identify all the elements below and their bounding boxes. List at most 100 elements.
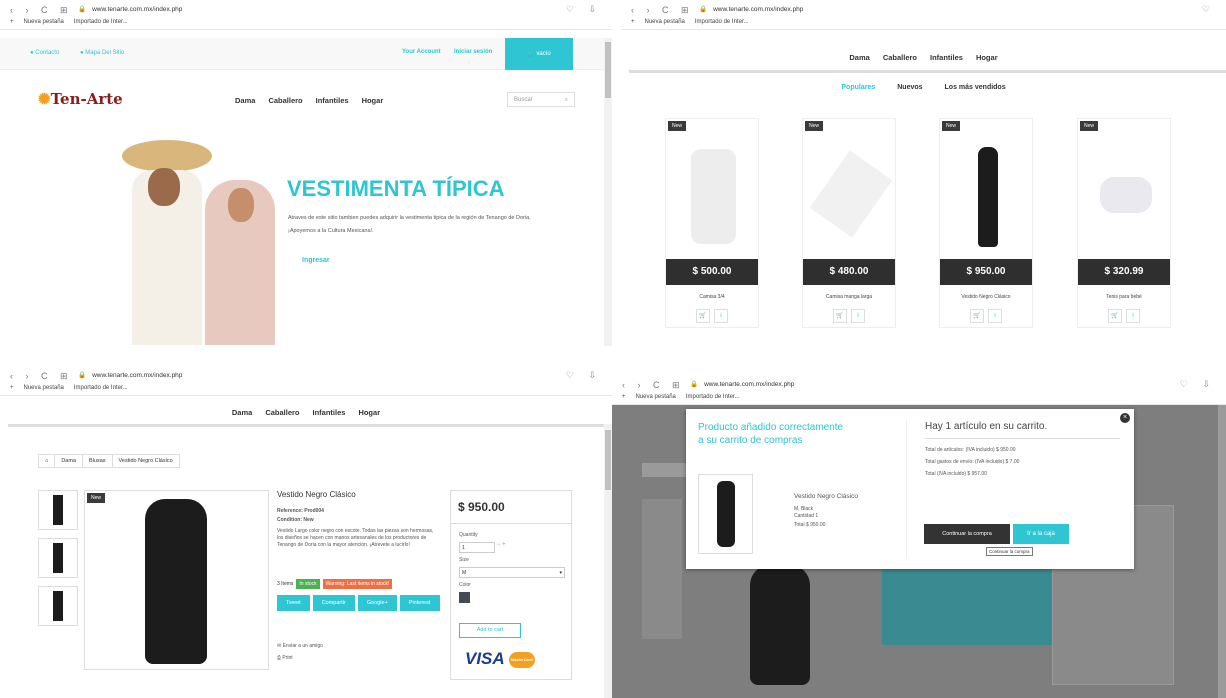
new-tab-icon[interactable]: + xyxy=(622,394,626,400)
quantity-stepper[interactable]: − + xyxy=(497,542,506,548)
success-message: Producto añadido correctamente a su carr… xyxy=(698,422,844,446)
home-icon[interactable]: ⌂ xyxy=(39,455,56,467)
browser-nav-buttons[interactable]: ‹ › C ⊞ xyxy=(10,371,73,382)
nav-infantiles[interactable]: Infantiles xyxy=(316,96,349,105)
cart-icon[interactable]: 🛒 xyxy=(833,309,847,323)
login-link[interactable]: Iniciar sesión xyxy=(454,49,492,55)
checkout-button[interactable]: Ir a la caja xyxy=(1013,524,1069,544)
address-bar[interactable]: 🔒 www.tenarte.com.mx/index.php xyxy=(699,5,803,13)
size-select[interactable]: M ▾ xyxy=(459,567,565,578)
sitemap-link[interactable]: ● Mapa Del Sitio xyxy=(80,50,124,56)
new-tab-icon[interactable]: + xyxy=(10,19,14,25)
bookmark-2[interactable]: Importado de Inter... xyxy=(686,394,740,400)
nav-dama[interactable]: Dama xyxy=(849,53,869,62)
nav-dama[interactable]: Dama xyxy=(232,408,252,417)
quantity-input[interactable]: 1 xyxy=(459,542,495,553)
browser-actions[interactable]: ♡ xyxy=(1202,4,1216,15)
browser-actions[interactable]: ♡ ⇩ xyxy=(1180,379,1216,390)
browser-chrome: ‹ › C ⊞ 🔒 www.tenarte.com.mx/index.php ♡ … xyxy=(621,0,1226,30)
contact-link[interactable]: ● Contacto xyxy=(30,50,59,56)
tab-populares[interactable]: Populares xyxy=(841,84,875,91)
sun-icon: ✺ xyxy=(38,90,51,108)
address-bar[interactable]: 🔒 www.tenarte.com.mx/index.php xyxy=(78,371,182,379)
thumbnail[interactable] xyxy=(38,490,78,530)
continue-shopping-button[interactable]: Continuar la compra xyxy=(924,524,1010,544)
pinterest-button[interactable]: Pinterest xyxy=(399,595,440,611)
new-tab-icon[interactable]: + xyxy=(10,385,14,391)
scrollbar[interactable] xyxy=(1218,405,1226,698)
bookmark-2[interactable]: Importado de Inter... xyxy=(74,385,128,391)
info-icon[interactable]: i xyxy=(1126,309,1140,323)
close-icon[interactable]: × xyxy=(1120,413,1130,423)
visa-logo: VISA MasterCard xyxy=(465,649,535,669)
visa-text: VISA xyxy=(465,649,505,668)
browser-actions[interactable]: ♡ ⇩ xyxy=(566,4,602,15)
nav-hogar[interactable]: Hogar xyxy=(362,96,384,105)
browser-nav-buttons[interactable]: ‹ › C ⊞ xyxy=(10,5,73,16)
cart-button[interactable]: 🛒 vacío xyxy=(505,38,573,70)
search-box[interactable]: Buscar ⌕ xyxy=(507,92,575,107)
url-text: www.tenarte.com.mx/index.php xyxy=(704,381,795,388)
bookmark-1[interactable]: Nueva pestaña xyxy=(636,394,676,400)
product-name[interactable]: Camisa manga larga xyxy=(803,294,895,300)
scrollbar[interactable] xyxy=(604,424,612,698)
scrollbar[interactable] xyxy=(604,38,612,346)
info-icon[interactable]: i xyxy=(851,309,865,323)
cart-icon[interactable]: 🛒 xyxy=(1108,309,1122,323)
nav-hogar[interactable]: Hogar xyxy=(976,53,998,62)
site-logo[interactable]: ✺Ten-Arte xyxy=(38,90,123,108)
breadcrumb-blusas[interactable]: Blusas xyxy=(83,455,113,467)
bookmark-1[interactable]: Nueva pestaña xyxy=(24,19,64,25)
google-plus-button[interactable]: Google+ xyxy=(357,595,397,611)
print-label: Print xyxy=(282,655,293,661)
your-account-link[interactable]: Your Account xyxy=(402,49,441,55)
new-tab-icon[interactable]: + xyxy=(631,19,635,25)
tweet-button[interactable]: Tweet xyxy=(277,595,310,611)
color-swatch[interactable] xyxy=(459,592,470,603)
thumbnail[interactable] xyxy=(38,586,78,626)
cart-icon[interactable]: 🛒 xyxy=(970,309,984,323)
add-to-cart-button[interactable]: Add to cart xyxy=(459,623,521,638)
items-count: 3 Items xyxy=(277,581,294,587)
send-friend-link[interactable]: ✉ Enviar a un amigo xyxy=(277,643,323,650)
nav-dama[interactable]: Dama xyxy=(235,96,255,105)
product-name[interactable]: Tenis para bebé xyxy=(1078,294,1170,300)
address-bar[interactable]: 🔒 www.tenarte.com.mx/index.php xyxy=(78,5,182,13)
bookmark-1[interactable]: Nueva pestaña xyxy=(645,19,685,25)
address-bar[interactable]: 🔒 www.tenarte.com.mx/index.php xyxy=(690,380,794,388)
nav-caballero[interactable]: Caballero xyxy=(268,96,302,105)
browser-nav-buttons[interactable]: ‹ › C ⊞ xyxy=(631,5,694,16)
product-name[interactable]: Camisa 3/4 xyxy=(666,294,758,300)
browser-actions[interactable]: ♡ ⇩ xyxy=(566,370,602,381)
nav-caballero[interactable]: Caballero xyxy=(883,53,917,62)
nav-hogar[interactable]: Hogar xyxy=(358,408,380,417)
bookmark-1[interactable]: Nueva pestaña xyxy=(24,385,64,391)
search-icon: ⌕ xyxy=(564,97,568,103)
hero-title: VESTIMENTA TÍPICA xyxy=(287,176,505,201)
hero-cta[interactable]: Ingresar xyxy=(302,257,330,264)
product-card[interactable]: New $ 480.00 Camisa manga larga 🛒 i xyxy=(802,118,896,328)
tab-mas-vendidos[interactable]: Los más vendidos xyxy=(945,84,1006,91)
thumbnail[interactable] xyxy=(38,538,78,578)
quantity-value: 1 xyxy=(462,545,465,551)
bookmark-2[interactable]: Importado de Inter... xyxy=(74,19,128,25)
info-icon[interactable]: i xyxy=(988,309,1002,323)
breadcrumb-dama[interactable]: Dama xyxy=(55,455,83,467)
nav-infantiles[interactable]: Infantiles xyxy=(313,408,346,417)
nav-caballero[interactable]: Caballero xyxy=(265,408,299,417)
product-card[interactable]: New $ 950.00 Vestido Negro Clásico 🛒 i xyxy=(939,118,1033,328)
new-badge: New xyxy=(668,121,687,131)
product-card[interactable]: New $ 500.00 Camisa 3/4 🛒 i xyxy=(665,118,759,328)
nav-infantiles[interactable]: Infantiles xyxy=(930,53,963,62)
tab-nuevos[interactable]: Nuevos xyxy=(897,84,922,91)
cart-icon[interactable]: 🛒 xyxy=(696,309,710,323)
lock-icon: 🔒 xyxy=(699,6,708,13)
info-icon[interactable]: i xyxy=(714,309,728,323)
share-button[interactable]: Compartir xyxy=(312,595,355,611)
product-card[interactable]: New $ 320.99 Tenis para bebé 🛒 i xyxy=(1077,118,1171,328)
product-name[interactable]: Vestido Negro Clásico xyxy=(940,294,1032,300)
print-link[interactable]: ⎙ Print xyxy=(277,655,293,662)
heading-underline xyxy=(925,438,1120,439)
bookmark-2[interactable]: Importado de Inter... xyxy=(695,19,749,25)
browser-nav-buttons[interactable]: ‹ › C ⊞ xyxy=(622,380,685,391)
